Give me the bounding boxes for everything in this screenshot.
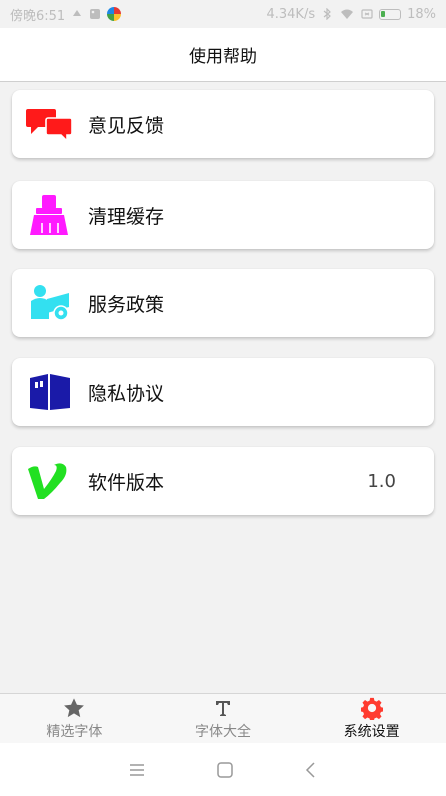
privacy-book-icon	[26, 370, 74, 414]
status-bar: 傍晚6:51 4.34K/s 18%	[0, 0, 446, 28]
bluetooth-icon	[323, 8, 331, 20]
menu-item-software-version[interactable]: 软件版本 1.0	[12, 447, 434, 515]
service-policy-icon	[26, 281, 74, 325]
menu-item-service-policy[interactable]: 服务政策	[12, 269, 434, 337]
notification-icon	[73, 10, 82, 16]
menu-item-label: 服务政策	[88, 293, 165, 316]
app-notification-icon	[107, 7, 122, 21]
menu-item-privacy-agreement[interactable]: 隐私协议	[12, 358, 434, 426]
version-v-icon	[26, 459, 74, 503]
broom-icon	[26, 193, 74, 237]
tab-label: 字体大全	[195, 723, 251, 740]
page-header: 使用帮助	[0, 28, 446, 82]
menu-item-clear-cache[interactable]: 清理缓存	[12, 181, 434, 249]
menu-item-label: 清理缓存	[88, 205, 165, 228]
sim-icon	[361, 9, 373, 19]
text-t-icon	[212, 697, 234, 719]
menu-item-feedback[interactable]: 意见反馈	[12, 90, 434, 158]
page-title: 使用帮助	[189, 47, 257, 67]
tab-label: 精选字体	[46, 723, 103, 740]
battery-icon	[379, 8, 402, 20]
menu-item-label: 软件版本	[88, 471, 165, 494]
image-notification-icon	[90, 9, 101, 19]
gear-icon	[360, 697, 383, 720]
tab-featured-fonts[interactable]: 精选字体	[0, 694, 149, 743]
menu-lines-icon[interactable]	[128, 763, 146, 777]
system-nav-bar	[0, 743, 446, 796]
version-number: 1.0	[367, 470, 396, 492]
battery-percent: 18%	[407, 6, 436, 22]
home-square-icon[interactable]	[216, 761, 234, 779]
network-speed: 4.34K/s	[266, 6, 316, 22]
chat-bubbles-icon	[26, 102, 74, 146]
tab-label: 系统设置	[343, 723, 400, 740]
menu-item-label: 隐私协议	[88, 382, 165, 405]
bottom-nav: 精选字体 字体大全 系统设置	[0, 693, 446, 743]
tab-all-fonts[interactable]: 字体大全	[149, 694, 298, 743]
back-chevron-icon[interactable]	[304, 761, 318, 779]
status-time: 傍晚6:51	[10, 8, 66, 24]
star-icon	[63, 697, 85, 719]
menu-item-label: 意见反馈	[88, 114, 165, 137]
tab-system-settings[interactable]: 系统设置	[297, 694, 446, 743]
wifi-icon	[341, 9, 354, 19]
